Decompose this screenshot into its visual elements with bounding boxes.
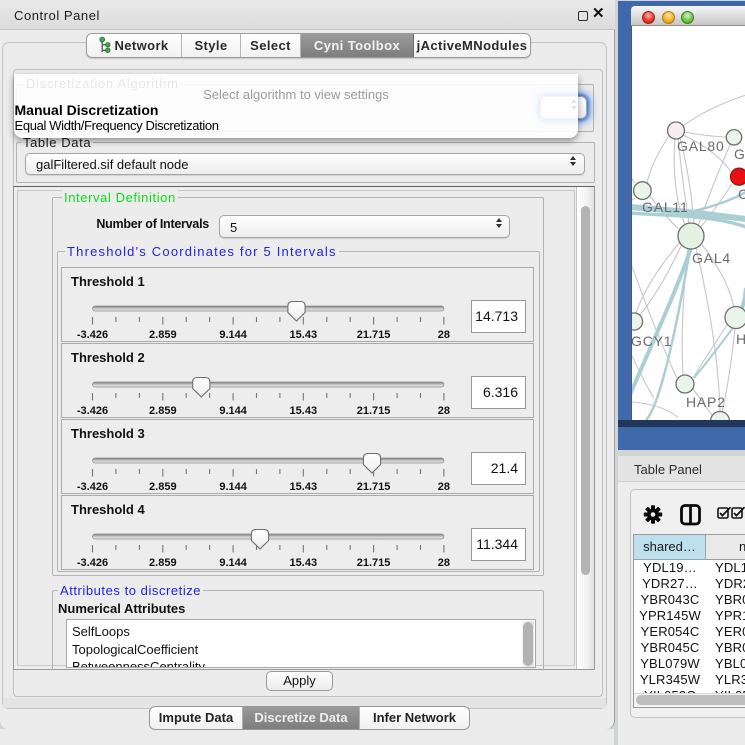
svg-text:2.859: 2.859 [149, 405, 177, 417]
svg-text:9.144: 9.144 [219, 557, 247, 569]
svg-text:-3.426: -3.426 [77, 557, 108, 569]
svg-text:GA: GA [734, 146, 745, 162]
svg-text:9.144: 9.144 [219, 329, 247, 341]
svg-text:15.43: 15.43 [290, 481, 318, 493]
svg-text:28: 28 [438, 557, 450, 569]
svg-text:HAP2: HAP2 [686, 394, 726, 410]
svg-text:21.715: 21.715 [357, 329, 391, 341]
svg-text:28: 28 [438, 405, 450, 417]
svg-text:28: 28 [438, 329, 450, 341]
svg-text:15.43: 15.43 [290, 405, 318, 417]
svg-text:2.859: 2.859 [149, 557, 177, 569]
svg-text:9.144: 9.144 [219, 405, 247, 417]
svg-text:-3.426: -3.426 [77, 481, 108, 493]
svg-text:-3.426: -3.426 [77, 329, 108, 341]
svg-text:GCY1: GCY1 [632, 333, 672, 349]
svg-text:GAL80: GAL80 [677, 138, 725, 154]
svg-text:H: H [736, 331, 745, 347]
svg-text:9.144: 9.144 [219, 481, 247, 493]
svg-text:2.859: 2.859 [149, 329, 177, 341]
svg-text:21.715: 21.715 [357, 405, 391, 417]
svg-text:28: 28 [438, 481, 450, 493]
svg-text:GAL11: GAL11 [642, 199, 689, 215]
svg-text:21.715: 21.715 [357, 557, 391, 569]
svg-text:-3.426: -3.426 [77, 405, 108, 417]
svg-text:15.43: 15.43 [290, 329, 318, 341]
svg-text:C: C [738, 186, 745, 202]
svg-text:GAL4: GAL4 [692, 250, 731, 266]
svg-text:15.43: 15.43 [290, 557, 318, 569]
svg-text:2.859: 2.859 [149, 481, 177, 493]
svg-text:21.715: 21.715 [357, 481, 391, 493]
